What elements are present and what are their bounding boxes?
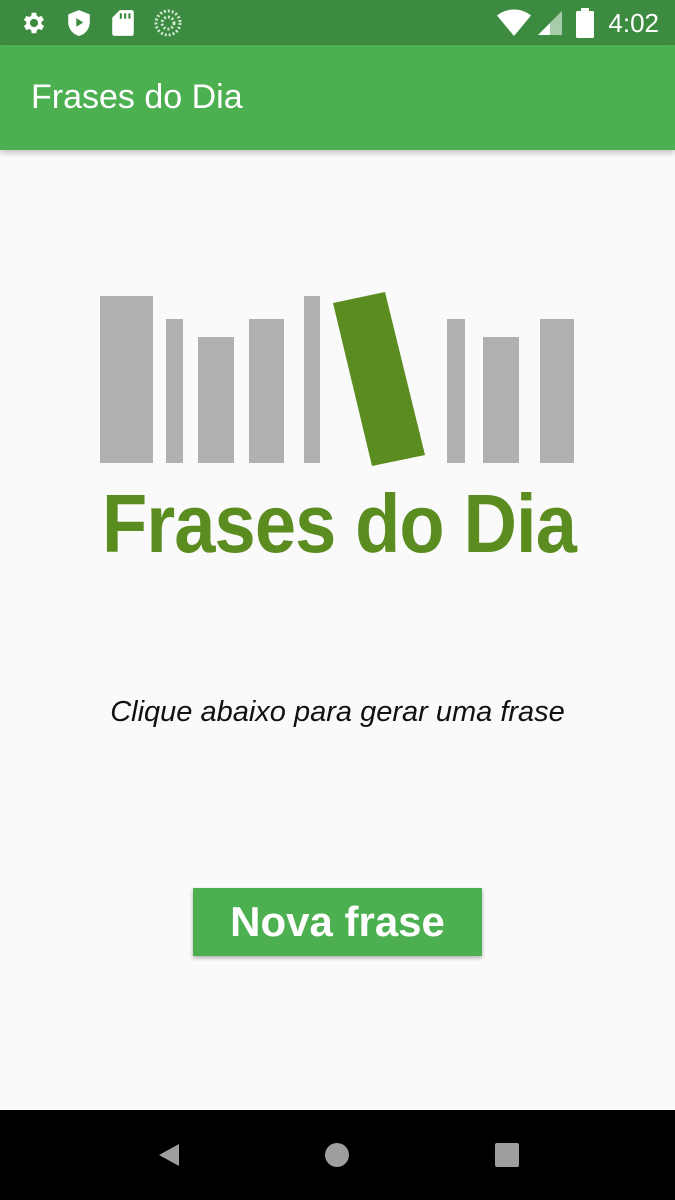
app-bar: Frases do Dia [0,45,675,150]
cell-signal-icon [536,8,562,38]
sd-card-icon [112,8,134,38]
gear-icon [20,8,48,38]
logo-tilted-book [333,292,425,466]
screen: 4:02 Frases do Dia Frases do Dia Clique … [0,0,675,1200]
wifi-icon [497,8,531,38]
home-icon[interactable] [322,1140,352,1170]
back-icon[interactable] [155,1140,185,1170]
navigation-bar [0,1110,675,1200]
battery-icon [576,8,594,38]
logo-text: Frases do Dia [102,477,578,563]
app-title: Frases do Dia [31,78,243,116]
instruction-text: Clique abaixo para gerar uma frase [110,696,565,728]
status-time: 4:02 [608,8,659,38]
recents-icon[interactable] [492,1140,522,1170]
new-phrase-button[interactable]: Nova frase [193,888,482,956]
logo-books [100,296,574,463]
sync-spinner-icon [154,8,182,38]
shield-play-icon [66,8,92,38]
app-logo: Frases do Dia [95,288,585,570]
status-bar: 4:02 [0,0,675,45]
